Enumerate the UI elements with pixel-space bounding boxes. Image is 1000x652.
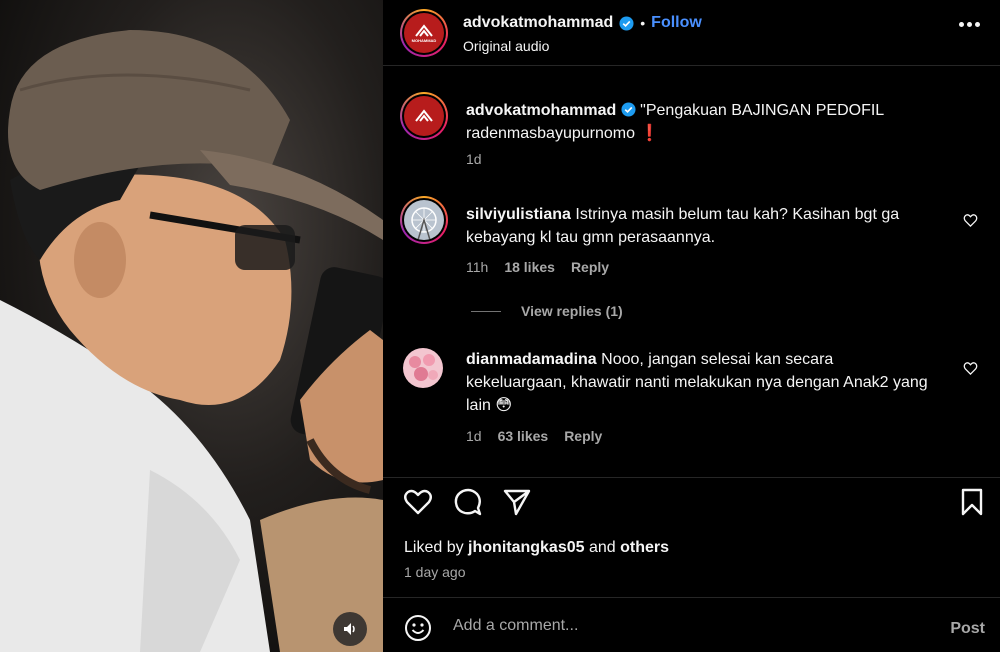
view-replies-label: View replies (1) [521,303,623,319]
view-replies-button[interactable]: View replies (1) [471,303,623,319]
comment-icon[interactable] [452,486,484,518]
post-photo [0,0,383,652]
comment-text: dianmadamadina Nooo, jangan selesai kan … [466,348,936,417]
like-comment-icon[interactable] [963,213,978,228]
avatar[interactable] [400,92,448,140]
comment-text: silviyulistiana Istrinya masih belum tau… [466,203,936,249]
comments-list[interactable]: advokatmohammad "Pengakuan BAJINGAN PEDO… [383,67,1000,477]
caption-meta: 1d [466,151,482,167]
post-header: MOHAMMAD advokatmohammad • Follow Origin… [383,0,1000,66]
post-panel: MOHAMMAD advokatmohammad • Follow Origin… [383,0,1000,652]
replies-divider [471,310,501,312]
follow-button[interactable]: Follow [651,14,702,32]
bookmark-icon[interactable] [956,486,988,518]
liked-others-link[interactable]: others [620,539,669,556]
comment-meta: 11h 18 likes Reply [466,259,609,275]
comment-input[interactable] [453,614,903,638]
caption-text: advokatmohammad "Pengakuan BAJINGAN PEDO… [466,99,936,145]
comment-likes[interactable]: 63 likes [498,428,549,444]
audio-label[interactable]: Original audio [463,38,549,54]
speaker-icon [344,623,355,635]
reply-button[interactable]: Reply [571,259,609,275]
mute-button[interactable] [333,612,367,646]
liked-user-link[interactable]: jhonitangkas05 [468,539,584,556]
liked-prefix: Liked by [404,539,464,556]
brand-logo-icon [415,23,433,37]
header-username[interactable]: advokatmohammad [463,14,613,32]
caption-username[interactable]: advokatmohammad [466,102,616,119]
action-bar: Liked by jhonitangkas05 and others 1 day… [383,477,1000,595]
add-comment-bar: Post [383,597,1000,652]
liked-and: and [588,539,616,556]
reply-button[interactable]: Reply [564,428,602,444]
like-comment-icon[interactable] [963,361,978,376]
comment-likes[interactable]: 18 likes [504,259,555,275]
brand-logo-icon [415,109,433,122]
more-icon[interactable] [959,22,980,27]
avatar[interactable] [403,348,443,388]
comment-age: 11h [466,259,489,275]
share-icon[interactable] [501,486,533,518]
cake-avatar [403,348,443,388]
avatar[interactable] [400,196,448,244]
ferris-wheel-avatar [404,200,444,240]
post-timestamp[interactable]: 1 day ago [404,564,466,580]
verified-icon [619,15,634,31]
brand-logo-text: MOHAMMAD [411,37,437,43]
flushed-emoji: 😳 [495,397,513,414]
comment-meta: 1d 63 likes Reply [466,428,602,444]
post-button[interactable]: Post [950,620,985,638]
caption-age: 1d [466,151,482,167]
post-media[interactable] [0,0,383,652]
exclamation-emoji: ❗ [639,125,660,142]
separator-dot: • [640,15,646,31]
emoji-icon[interactable] [404,614,432,642]
heart-icon[interactable] [402,486,434,518]
avatar[interactable]: MOHAMMAD [400,9,448,57]
comment-username[interactable]: dianmadamadina [466,351,597,368]
liked-by: Liked by jhonitangkas05 and others [404,539,669,557]
comment-age: 1d [466,428,482,444]
comment-username[interactable]: silviyulistiana [466,206,571,223]
verified-icon [621,102,636,117]
